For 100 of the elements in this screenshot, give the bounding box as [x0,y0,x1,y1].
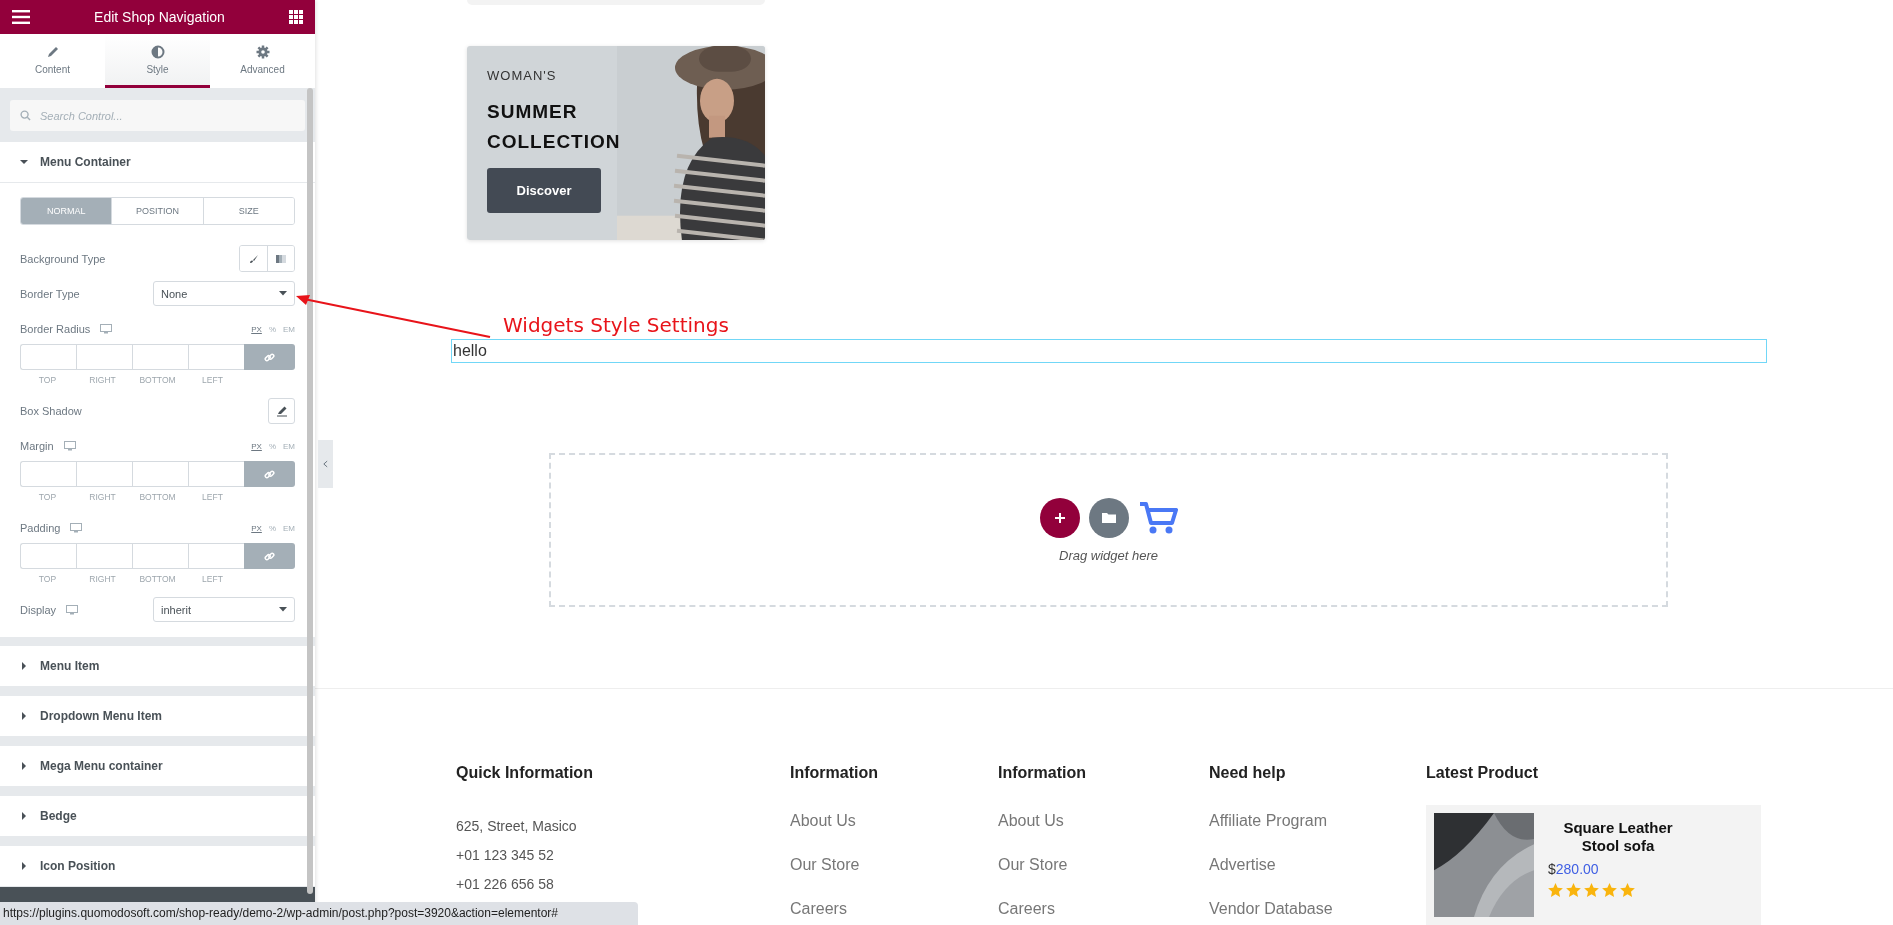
link-values-button[interactable] [244,461,295,487]
select-field[interactable]: None [153,281,295,306]
desktop-icon [70,523,83,533]
star-icon [1566,883,1581,897]
dimension-input[interactable] [132,461,188,487]
caret-icon [20,662,28,670]
footer-link[interactable]: Affiliate Program [1209,811,1426,831]
search-field[interactable]: Search Control... [10,100,305,131]
status-url: https://plugins.quomodosoft.com/shop-ready/demo-2/wp-admin/post.php?post=3920&action=elementor# [0,902,638,925]
scrollbar[interactable] [307,88,313,894]
side-label: BOTTOM [138,375,177,385]
link-values-button[interactable] [244,344,295,370]
product-card[interactable]: Square Leather Stool sofa $280.00 [1426,805,1761,925]
caret-icon [20,158,28,166]
caret-icon [20,812,28,820]
menu-icon[interactable] [12,10,30,24]
product-price: 280.00 [1555,861,1599,877]
link-values-button[interactable] [244,543,295,569]
dimension-input[interactable] [188,461,244,487]
footer-link[interactable]: Vendor Database [1209,899,1426,919]
dimension-input[interactable] [188,344,244,370]
caret-icon [20,712,28,720]
cart-icon[interactable] [1137,500,1178,535]
side-label: BOTTOM [138,492,177,502]
caret-icon [20,862,28,870]
link-icon [264,351,275,363]
side-label: LEFT [201,375,224,385]
select-field[interactable]: inherit [153,597,295,622]
footer-link[interactable]: Careers [790,899,998,919]
contact-text: +01 226 656 58 [456,875,555,893]
pencil-icon [45,44,60,59]
control-label: Padding [20,522,61,534]
dimension-input[interactable] [188,543,244,569]
dimension-input[interactable] [20,461,76,487]
gear-icon [255,44,270,59]
unit-option[interactable]: PX [251,324,262,334]
dimension-input[interactable] [76,344,132,370]
control-label: Border Radius [20,323,91,335]
template-library-button[interactable] [1088,497,1129,538]
add-section-button[interactable] [1039,497,1080,538]
footer-heading: Information [790,763,879,783]
dimension-input[interactable] [76,543,132,569]
star-icon [1548,883,1563,897]
side-label: LEFT [201,492,224,502]
dimension-input[interactable] [20,344,76,370]
gradient-button[interactable] [267,246,294,271]
contrast-icon [150,44,165,59]
footer-link[interactable]: Our Store [998,855,1209,875]
drop-zone[interactable]: Drag widget here [549,453,1668,607]
caret-icon [279,607,287,612]
chevron-left-icon [323,460,328,468]
discover-button[interactable]: Discover [487,168,601,213]
desktop-icon [66,604,79,615]
side-label: TOP [37,574,58,584]
dimension-input[interactable] [20,543,76,569]
drop-hint: Drag widget here [1059,547,1158,563]
footer-heading: Quick Information [456,763,594,783]
control-label: Border Type [20,287,80,300]
dimension-input[interactable] [76,461,132,487]
footer-heading: Information [998,763,1087,783]
edit-button[interactable] [268,397,295,424]
footer-heading: Need help [1209,763,1287,783]
side-label: TOP [37,375,58,385]
search-icon [20,110,31,121]
panel-title: Edit Shop Navigation [94,9,225,25]
footer-link[interactable]: Advertise [1209,855,1426,875]
control-label: Background Type [20,252,106,265]
desktop-icon [63,441,76,451]
folder-icon [1101,512,1116,524]
text-widget[interactable]: hello [451,339,1767,364]
gradient-icon [276,253,286,264]
side-label: TOP [37,492,58,502]
product-name[interactable]: Square Leather Stool sofa [1548,819,1688,855]
unit-option[interactable]: PX [251,523,262,533]
unit-option[interactable]: PX [251,441,262,451]
desktop-icon [100,324,113,334]
side-label: RIGHT [88,574,117,584]
dimension-input[interactable] [132,344,188,370]
star-icon [1584,883,1599,897]
currency-symbol: $ [1548,861,1556,877]
banner-kicker: WOMAN'S [487,68,557,83]
banner-title: COLLECTION [487,130,621,154]
link-icon [264,468,275,480]
side-label: BOTTOM [138,574,177,584]
side-label: RIGHT [88,375,117,385]
collapse-panel-button[interactable] [318,440,333,488]
footer-link[interactable]: About Us [998,811,1209,831]
caret-icon [279,291,287,296]
plus-icon [1053,511,1066,524]
dimension-input[interactable] [132,543,188,569]
footer-link[interactable]: Careers [998,899,1209,919]
footer-link[interactable]: About Us [790,811,998,831]
control-label: Margin [20,440,54,452]
annotation-text: Widgets Style Settings [503,313,729,338]
grid-icon[interactable] [289,10,303,24]
footer-link[interactable]: Our Store [790,855,998,875]
footer-heading: Latest Product [1426,763,1539,783]
contact-text: 625, Street, Masico [456,817,578,835]
side-label: LEFT [201,574,224,584]
star-icon [1602,883,1617,897]
